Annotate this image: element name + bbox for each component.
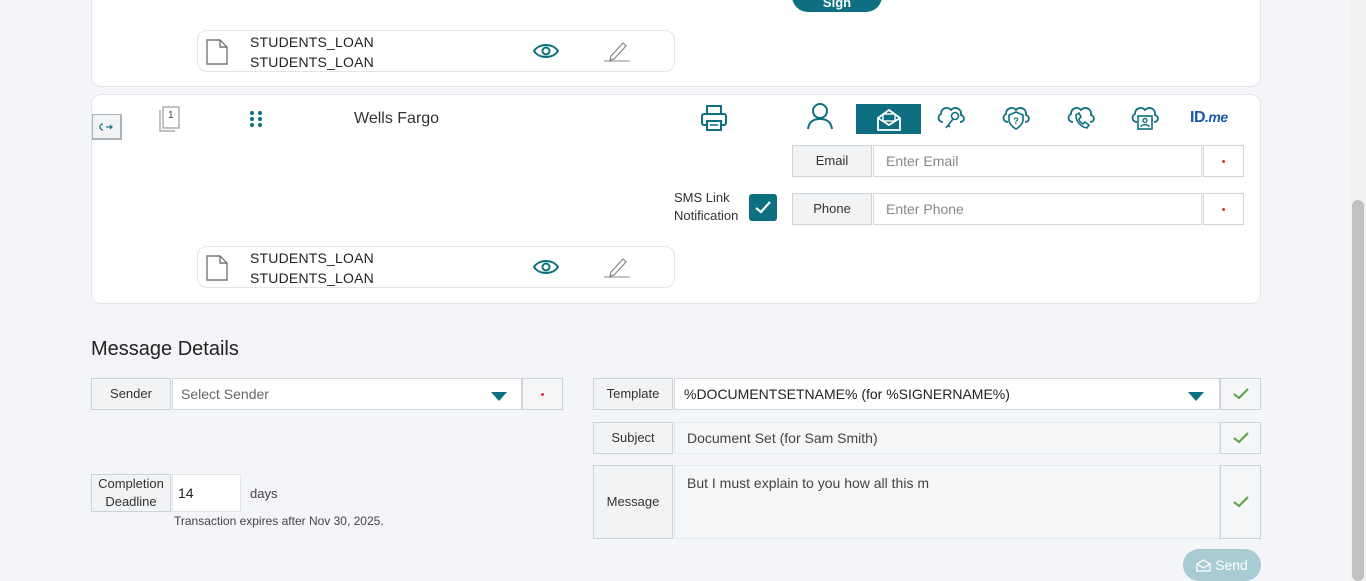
svg-text:?: ? xyxy=(1013,116,1019,126)
subject-valid-indicator xyxy=(1220,422,1261,454)
message-valid-indicator xyxy=(1220,465,1261,539)
id-cloud-icon[interactable] xyxy=(1130,103,1160,131)
phone-required-indicator xyxy=(1203,193,1244,225)
sender-select[interactable]: Select Sender xyxy=(172,378,522,410)
email-auth-icon xyxy=(877,108,901,131)
checkmark-icon xyxy=(755,201,771,214)
sender-required-indicator xyxy=(522,378,563,410)
document-item: STUDENTS_LOAN STUDENTS_LOAN xyxy=(197,30,675,72)
sign-button-label: Sign xyxy=(822,0,852,10)
checkmark-icon xyxy=(1232,432,1249,444)
eye-icon[interactable] xyxy=(533,43,559,59)
section-title: Message Details xyxy=(91,338,239,360)
sms-label-line2: Notification xyxy=(674,208,739,223)
send-icon xyxy=(1196,558,1211,572)
document-icon xyxy=(206,39,228,65)
email-field[interactable]: Enter Email xyxy=(873,145,1202,177)
subject-field[interactable]: Document Set (for Sam Smith) xyxy=(674,422,1220,454)
deadline-unit: days xyxy=(250,486,278,501)
deadline-days-input[interactable]: 14 xyxy=(172,474,241,512)
deadline-label-line1: Completion xyxy=(98,476,164,491)
scrollbar-thumb[interactable] xyxy=(1352,200,1364,581)
chevron-down-icon xyxy=(491,392,507,401)
deadline-label-line2: Deadline xyxy=(105,494,157,509)
page-scrollbar[interactable] xyxy=(1350,0,1366,581)
checkmark-icon xyxy=(1232,388,1249,400)
signing-order-badge: 1 xyxy=(158,106,182,132)
template-label: Template xyxy=(593,378,673,410)
printer-icon[interactable] xyxy=(700,105,728,132)
idme-label-me: .me xyxy=(1205,109,1228,125)
sender-select-placeholder: Select Sender xyxy=(181,386,269,402)
message-label: Message xyxy=(593,465,673,539)
email-required-indicator xyxy=(1203,145,1244,177)
template-valid-indicator xyxy=(1220,378,1261,410)
message-textarea[interactable]: But I must explain to you how all this m xyxy=(674,465,1220,539)
email-label: Email xyxy=(792,145,872,177)
phone-label: Phone xyxy=(792,193,872,225)
document-icon xyxy=(206,255,228,281)
drag-handle-icon[interactable] xyxy=(249,110,263,128)
signing-order-number: 1 xyxy=(168,110,174,121)
key-cloud-icon[interactable] xyxy=(936,103,966,131)
person-icon[interactable] xyxy=(806,102,834,130)
sms-notification-label: SMS Link Notification xyxy=(674,189,738,225)
phone-field[interactable]: Enter Phone xyxy=(873,193,1202,225)
phone-cloud-icon[interactable] xyxy=(1066,103,1096,131)
document-name: STUDENTS_LOAN xyxy=(250,34,374,50)
expiry-note: Transaction expires after Nov 30, 2025. xyxy=(174,514,384,528)
checkmark-icon xyxy=(1232,496,1249,508)
collapse-toggle-button[interactable] xyxy=(92,114,122,140)
sms-notification-checkbox[interactable] xyxy=(749,194,777,221)
document-name: STUDENTS_LOAN xyxy=(250,250,374,266)
sign-button[interactable]: Sign xyxy=(792,0,882,12)
signature-pen-icon[interactable] xyxy=(603,256,631,278)
sms-label-line1: SMS Link xyxy=(674,190,730,205)
signer-name: Wells Fargo xyxy=(354,110,440,127)
deadline-label: Completion Deadline xyxy=(91,474,171,512)
idme-icon[interactable]: ID.me xyxy=(1190,109,1228,127)
template-select-value: %DOCUMENTSETNAME% (for %SIGNERNAME%) xyxy=(684,386,1010,402)
chevron-down-icon xyxy=(1188,392,1204,401)
sender-label: Sender xyxy=(91,378,171,410)
send-button[interactable]: Send xyxy=(1183,549,1261,581)
arrow-right-icon xyxy=(99,123,113,131)
document-item: STUDENTS_LOAN STUDENTS_LOAN xyxy=(197,246,675,288)
document-name-secondary: STUDENTS_LOAN xyxy=(250,270,374,286)
template-select[interactable]: %DOCUMENTSETNAME% (for %SIGNERNAME%) xyxy=(674,378,1220,410)
eye-icon[interactable] xyxy=(533,259,559,275)
idme-label-id: ID xyxy=(1190,109,1206,126)
question-shield-icon[interactable]: ? xyxy=(1001,103,1031,131)
document-name-secondary: STUDENTS_LOAN xyxy=(250,54,374,70)
subject-label: Subject xyxy=(593,422,673,454)
signature-pen-icon[interactable] xyxy=(603,40,631,62)
email-auth-tab[interactable] xyxy=(856,104,921,134)
send-button-label: Send xyxy=(1215,557,1248,573)
